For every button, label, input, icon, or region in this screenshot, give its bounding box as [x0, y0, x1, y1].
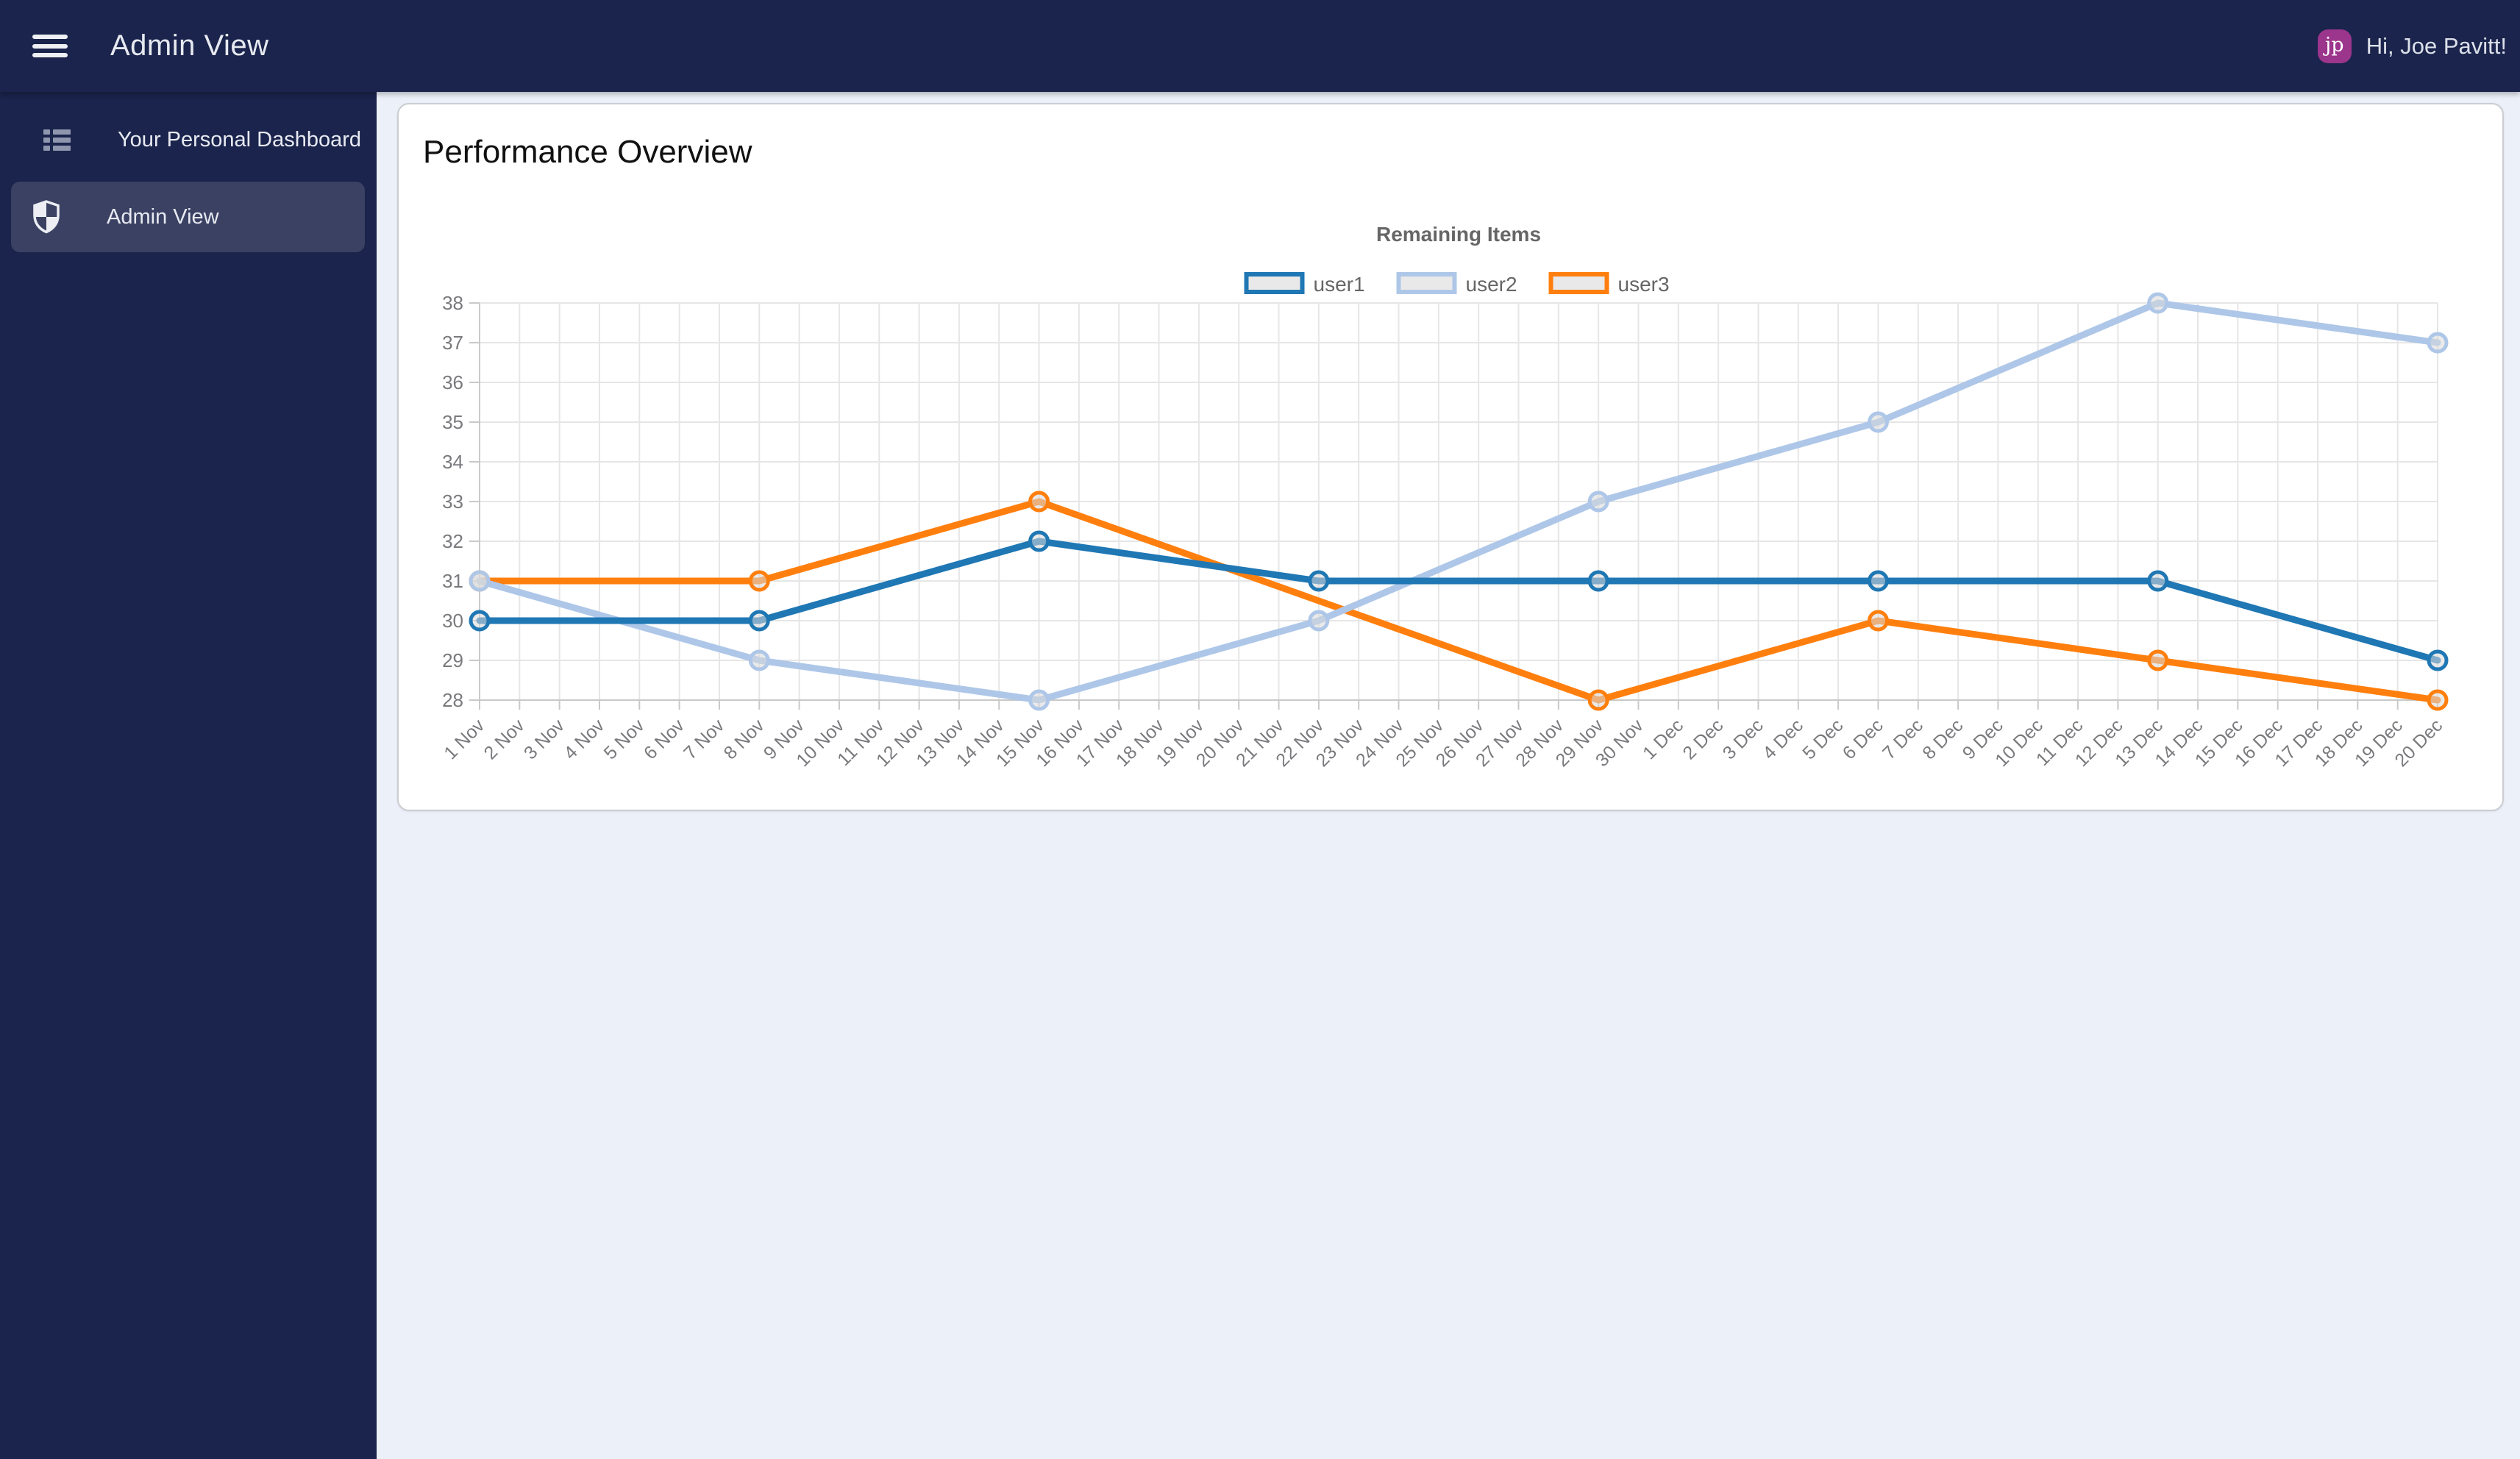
data-point-user1[interactable] [748, 610, 770, 632]
legend-item-user3[interactable]: user3 [1548, 272, 1670, 296]
data-point-user2[interactable] [1028, 689, 1050, 711]
shield-icon [32, 200, 107, 234]
x-tick-label: 2 Nov [480, 715, 529, 763]
x-tick-label: 6 Dec [1839, 715, 1887, 763]
sidebar-item-personal-dashboard[interactable]: Your Personal Dashboard [11, 104, 365, 175]
legend-label: user2 [1466, 273, 1517, 296]
x-tick-label: 7 Nov [680, 715, 728, 763]
data-point-user1[interactable] [2427, 649, 2449, 671]
data-point-user2[interactable] [2147, 292, 2169, 314]
legend-swatch [1244, 272, 1305, 294]
y-tick-label: 34 [442, 451, 463, 473]
legend-label: user3 [1618, 273, 1670, 296]
data-point-user2[interactable] [2427, 332, 2449, 354]
x-tick-label: 4 Dec [1759, 715, 1807, 763]
data-point-user1[interactable] [1867, 570, 1889, 592]
legend-item-user1[interactable]: user1 [1244, 272, 1365, 296]
y-tick-label: 33 [442, 491, 463, 513]
data-point-user3[interactable] [748, 570, 770, 592]
x-axis-labels: 1 Nov2 Nov3 Nov4 Nov5 Nov6 Nov7 Nov8 Nov… [440, 715, 2446, 771]
x-tick-label: 3 Dec [1719, 715, 1768, 763]
hamburger-menu-icon[interactable] [32, 35, 68, 57]
user-greeting: Hi, Joe Pavitt! [2366, 32, 2507, 59]
y-tick-label: 37 [442, 332, 463, 354]
y-tick-label: 35 [442, 411, 463, 433]
y-tick-label: 31 [442, 570, 463, 592]
data-point-user2[interactable] [748, 649, 770, 671]
x-tick-label: 5 Dec [1798, 715, 1847, 763]
y-axis-labels: 28 29 30 31 32 33 34 35 36 37 38 [442, 292, 463, 711]
y-tick-label: 38 [442, 292, 463, 314]
y-tick-label: 30 [442, 610, 463, 632]
x-tick-label: 4 Nov [560, 715, 608, 763]
x-tick-label: 1 Dec [1639, 715, 1687, 763]
app-title: Admin View [110, 29, 269, 62]
data-point-user3[interactable] [1587, 689, 1609, 711]
legend-swatch [1396, 272, 1457, 294]
sidebar-item-admin-view[interactable]: Admin View [11, 182, 365, 252]
data-point-user2[interactable] [469, 570, 491, 592]
x-tick-label: 6 Nov [640, 715, 688, 763]
data-point-user3[interactable] [1028, 491, 1050, 513]
chart-legend: user1 user2 user3 [1244, 272, 1670, 296]
avatar: jp [2317, 29, 2352, 63]
data-point-user1[interactable] [2147, 570, 2169, 592]
series-line-user3 [476, 498, 2441, 704]
topbar-user-area: jp Hi, Joe Pavitt! [2317, 29, 2507, 63]
topbar: Admin View jp Hi, Joe Pavitt! [0, 0, 2520, 92]
data-point-user1[interactable] [1587, 570, 1609, 592]
dashboard-list-icon [43, 129, 118, 151]
x-tick-label: 1 Nov [440, 715, 488, 763]
data-point-user3[interactable] [2147, 649, 2169, 671]
x-tick-label: 7 Dec [1879, 715, 1927, 763]
legend-swatch [1548, 272, 1609, 294]
y-tick-label: 36 [442, 371, 463, 393]
x-tick-label: 3 Nov [520, 715, 569, 763]
chart-title: Remaining Items [1376, 223, 1541, 246]
data-point-user2[interactable] [1867, 411, 1889, 433]
sidebar: Your Personal Dashboard Admin View [0, 92, 377, 1459]
legend-label: user1 [1314, 273, 1365, 296]
x-tick-label: 8 Dec [1918, 715, 1967, 763]
performance-overview-card: Performance Overview 28 29 30 31 32 33 34 35 36 3… [397, 103, 2504, 811]
x-tick-label: 8 Nov [720, 715, 769, 763]
data-point-user2[interactable] [1308, 610, 1330, 632]
x-tick-label: 2 Dec [1679, 715, 1727, 763]
y-tick-label: 29 [442, 649, 463, 671]
data-point-user3[interactable] [1867, 610, 1889, 632]
y-tick-label: 28 [442, 689, 463, 711]
legend-item-user2[interactable]: user2 [1396, 272, 1517, 296]
data-point-user1[interactable] [1308, 570, 1330, 592]
data-point-user1[interactable] [469, 610, 491, 632]
sidebar-item-label: Your Personal Dashboard [118, 127, 362, 151]
main-content: Performance Overview 28 29 30 31 32 33 34 35 36 3… [377, 92, 2520, 1459]
data-point-user1[interactable] [1028, 530, 1050, 552]
data-point-user3[interactable] [2427, 689, 2449, 711]
performance-chart[interactable]: 28 29 30 31 32 33 34 35 36 37 38 1 Nov 2 Nov 3 Nov 4 N… [399, 104, 2502, 810]
sidebar-item-label: Admin View [107, 204, 219, 229]
y-tick-label: 32 [442, 530, 463, 552]
data-point-user2[interactable] [1587, 491, 1609, 513]
x-tick-label: 5 Nov [600, 715, 649, 763]
